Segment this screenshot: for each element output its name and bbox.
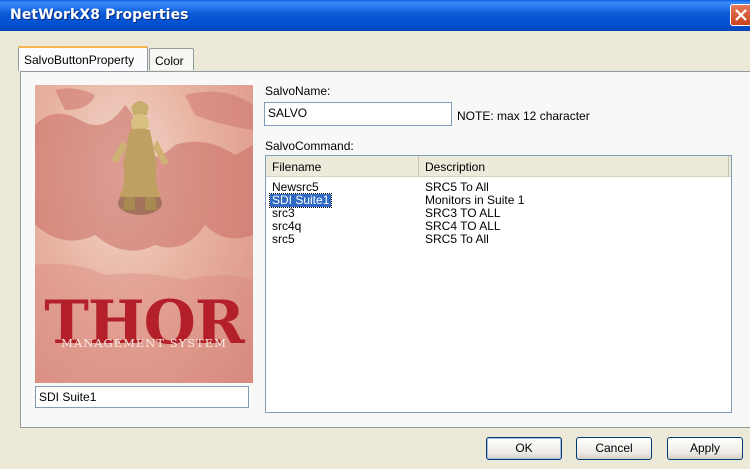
list-item-filename: src5 [272,232,295,246]
title-bar: NetWorkX8 Properties [0,0,750,31]
tab-salvo-button-property[interactable]: SalvoButtonProperty [18,46,148,71]
salvo-name-note: NOTE: max 12 character [457,109,590,123]
window-title: NetWorkX8 Properties [10,7,189,23]
selected-salvo-field[interactable]: SDI Suite1 [35,386,249,408]
salvo-name-input[interactable]: SALVO [264,102,452,126]
cancel-button[interactable]: Cancel [576,437,652,460]
column-header-filename[interactable]: Filename [266,156,419,176]
list-item-description: SRC5 To All [425,232,489,246]
list-header: Filename Description [266,156,731,177]
apply-button[interactable]: Apply [667,437,743,460]
ok-button[interactable]: OK [486,437,562,460]
list-item[interactable]: src5 SRC5 To All [266,233,731,246]
salvo-command-label: SalvoCommand: [265,139,354,153]
close-button[interactable] [730,4,750,26]
list-item[interactable]: src4q SRC4 TO ALL [266,220,731,233]
close-icon [735,9,747,21]
tab-color[interactable]: Color [149,48,194,70]
thor-logo-image: THOR MANAGEMENT SYSTEM [35,85,253,383]
logo-tagline-text: MANAGEMENT SYSTEM [61,336,227,350]
column-header-description[interactable]: Description [419,156,729,176]
salvo-name-label: SalvoName: [265,84,331,98]
salvo-command-list[interactable]: Filename Description Newsrc5 SRC5 To All… [265,155,732,413]
